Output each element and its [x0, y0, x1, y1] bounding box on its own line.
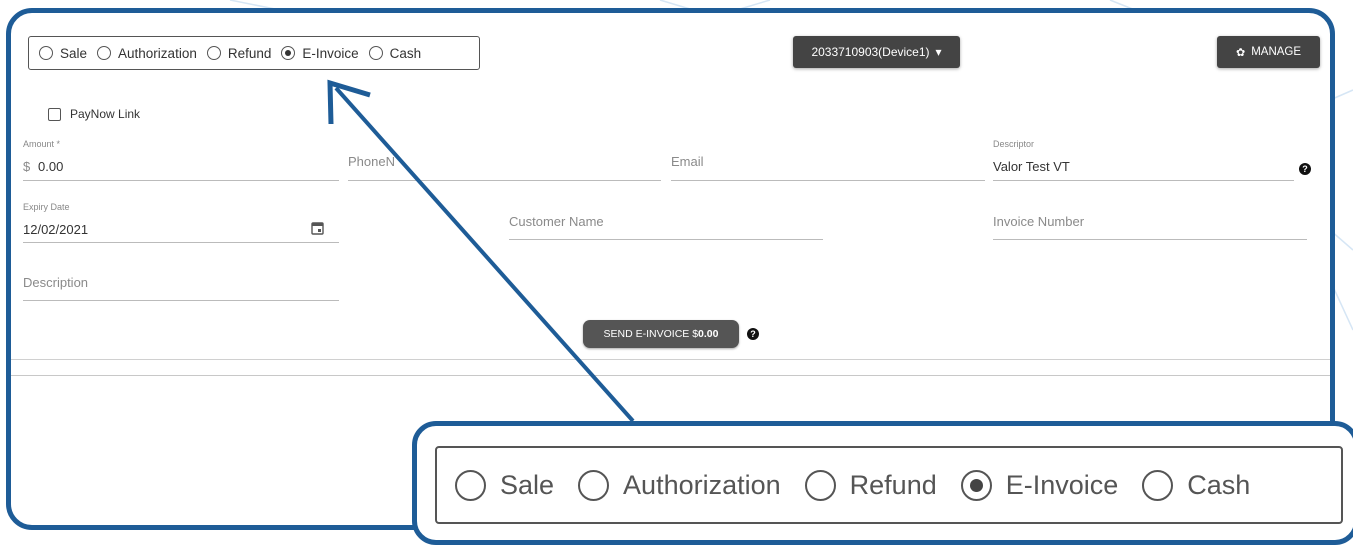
radio-cash-circle[interactable] — [368, 46, 383, 60]
paynow-checkbox[interactable] — [48, 108, 61, 121]
descriptor-label: Descriptor — [993, 139, 1035, 149]
calendar-icon[interactable] — [311, 221, 324, 235]
zoom-radio-sale: Sale — [455, 469, 555, 501]
zoom-callout: Sale Authorization Refund E-Invoice Cash — [412, 421, 1353, 545]
zoom-radio-e-invoice-circle — [960, 469, 992, 501]
amount-prefix: $ — [23, 159, 31, 174]
manage-button-label: MANAGE — [1251, 46, 1302, 58]
zoom-radio-e-invoice-label: E-Invoice — [1005, 469, 1119, 500]
descriptor-help-icon[interactable]: ? — [1299, 163, 1311, 175]
zoom-radio-authorization: Authorization — [578, 469, 781, 501]
zoom-radio-sale-circle — [455, 469, 486, 501]
radio-cash-label: Cash — [389, 45, 422, 61]
radio-cash[interactable]: Cash — [368, 45, 422, 61]
expiry-input[interactable]: 12/02/2021 — [23, 222, 88, 237]
radio-refund-circle[interactable] — [206, 46, 221, 60]
zoom-radio-cash-circle — [1142, 469, 1174, 501]
radio-e-invoice-label: E-Invoice — [302, 45, 359, 61]
zoom-radio-cash-label: Cash — [1187, 469, 1251, 500]
phone-input[interactable]: PhoneN — [348, 154, 395, 169]
descriptor-input[interactable]: Valor Test VT — [993, 159, 1070, 174]
radio-authorization-circle[interactable] — [97, 46, 112, 60]
zoom-radio-refund: Refund — [804, 469, 937, 501]
amount-label: Amount * — [23, 139, 61, 149]
customer-name-input[interactable]: Customer Name — [509, 214, 604, 229]
zoom-radio-e-invoice: E-Invoice — [960, 469, 1119, 501]
descriptor-underline — [993, 180, 1294, 181]
email-input[interactable]: Email — [671, 154, 704, 169]
customer-name-underline — [509, 239, 823, 240]
expiry-label: Expiry Date — [23, 202, 70, 212]
radio-refund-label: Refund — [227, 45, 272, 61]
device-dropdown[interactable]: 2033710903(Device1) ▾ — [793, 36, 960, 68]
send-e-invoice-label: SEND E-INVOICE $ — [603, 328, 699, 340]
paynow-label: PayNow Link — [70, 107, 141, 121]
send-e-invoice-amount: 0.00 — [698, 328, 719, 340]
zoom-radio-refund-label: Refund — [849, 469, 937, 500]
invoice-number-underline — [993, 239, 1307, 240]
email-underline — [671, 180, 985, 181]
device-dropdown-label: 2033710903(Device1) — [811, 45, 930, 59]
description-input[interactable]: Description — [23, 275, 88, 290]
radio-sale[interactable]: Sale — [39, 46, 87, 61]
zoom-radio-sale-label: Sale — [500, 469, 555, 500]
zoom-radio-authorization-circle — [578, 469, 610, 501]
transaction-type-group: Sale Authorization Refund E-Invoice Cash — [28, 36, 480, 70]
phone-underline — [348, 180, 661, 181]
radio-authorization[interactable]: Authorization — [97, 46, 197, 61]
invoice-number-input[interactable]: Invoice Number — [993, 214, 1084, 229]
radio-sale-circle[interactable] — [39, 46, 53, 60]
section-divider — [11, 359, 1330, 360]
amount-underline — [23, 180, 339, 181]
description-underline — [23, 300, 339, 301]
radio-refund[interactable]: Refund — [206, 45, 272, 61]
expiry-underline — [23, 242, 339, 243]
section-divider-2 — [11, 375, 1330, 376]
zoom-radio-refund-circle — [804, 469, 836, 501]
gear-icon: ✿ — [1235, 46, 1246, 59]
manage-button[interactable]: ✿ MANAGE — [1217, 36, 1320, 68]
radio-e-invoice-circle[interactable] — [281, 46, 296, 60]
amount-input[interactable]: 0.00 — [38, 159, 63, 174]
caret-down-icon: ▾ — [935, 45, 942, 59]
send-e-invoice-button[interactable]: SEND E-INVOICE $0.00 — [583, 320, 739, 348]
zoom-radio-authorization-label: Authorization — [623, 469, 781, 500]
radio-e-invoice[interactable]: E-Invoice — [281, 45, 359, 61]
zoomed-transaction-type-group: Sale Authorization Refund E-Invoice Cash — [435, 446, 1343, 524]
send-help-icon[interactable]: ? — [747, 328, 759, 340]
radio-authorization-label: Authorization — [118, 45, 197, 61]
zoom-radio-cash: Cash — [1142, 469, 1251, 501]
radio-sale-label: Sale — [60, 45, 88, 61]
